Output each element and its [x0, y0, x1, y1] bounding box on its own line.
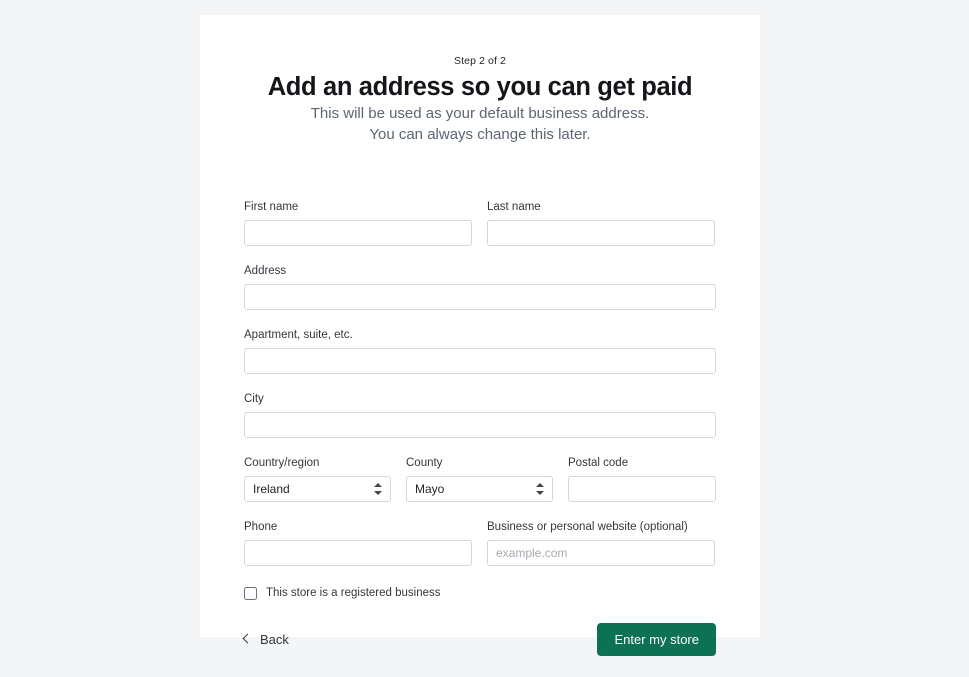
step-indicator: Step 2 of 2	[454, 55, 506, 67]
form-row-contact: Phone Business or personal website (opti…	[244, 520, 716, 566]
city-input[interactable]	[244, 412, 716, 438]
form-row-apartment: Apartment, suite, etc.	[244, 328, 716, 374]
field-address: Address	[244, 264, 716, 310]
onboarding-card: Step 2 of 2 Add an address so you can ge…	[200, 15, 760, 656]
card-body: Step 2 of 2 Add an address so you can ge…	[200, 15, 760, 601]
form-row-city: City	[244, 392, 716, 438]
website-input[interactable]	[487, 540, 715, 566]
phone-label: Phone	[244, 521, 278, 533]
field-phone: Phone	[244, 520, 472, 566]
country-select-value: Ireland	[253, 482, 290, 496]
field-postal-code: Postal code	[568, 456, 716, 502]
registered-business-label: This store is a registered business	[266, 587, 441, 599]
address-label: Address	[244, 265, 287, 277]
field-country: Country/region Ireland	[244, 456, 391, 502]
registered-business-checkbox[interactable]	[244, 587, 257, 600]
address-input[interactable]	[244, 284, 716, 310]
registered-business-row: This store is a registered business	[244, 586, 716, 601]
city-label: City	[244, 393, 264, 405]
last-name-input[interactable]	[487, 220, 715, 246]
subtitle-line-1: This will be used as your default busine…	[310, 105, 650, 122]
enter-my-store-button[interactable]: Enter my store	[597, 622, 716, 656]
first-name-input[interactable]	[244, 220, 472, 246]
field-last-name: Last name	[487, 200, 715, 246]
address-form: First name Last name Address Apartment, …	[244, 145, 716, 601]
card-footer: Back Enter my store	[200, 601, 760, 677]
country-label: Country/region	[244, 457, 320, 469]
website-label: Business or personal website (optional)	[487, 521, 688, 533]
page-root: Step 2 of 2 Add an address so you can ge…	[0, 0, 969, 656]
chevron-updown-icon	[374, 483, 382, 495]
country-select[interactable]: Ireland	[244, 476, 391, 502]
field-first-name: First name	[244, 200, 472, 246]
field-website: Business or personal website (optional)	[487, 520, 715, 566]
form-row-address: Address	[244, 264, 716, 310]
chevron-updown-icon	[536, 483, 544, 495]
back-button[interactable]: Back	[242, 631, 289, 647]
chevron-left-icon	[242, 633, 253, 644]
back-button-label: Back	[260, 631, 289, 647]
field-city: City	[244, 392, 716, 438]
postal-code-label: Postal code	[568, 457, 629, 469]
form-row-name: First name Last name	[244, 200, 716, 246]
field-county: County Mayo	[406, 456, 553, 502]
phone-input[interactable]	[244, 540, 472, 566]
postal-code-input[interactable]	[568, 476, 716, 502]
subtitle-line-2: You can always change this later.	[369, 126, 591, 143]
county-select-value: Mayo	[415, 482, 445, 496]
field-apartment: Apartment, suite, etc.	[244, 328, 716, 374]
apartment-label: Apartment, suite, etc.	[244, 329, 353, 341]
form-row-locale: Country/region Ireland County Mayo Posta…	[244, 456, 716, 502]
first-name-label: First name	[244, 201, 299, 213]
county-label: County	[406, 457, 443, 469]
page-title: Add an address so you can get paid	[267, 73, 693, 101]
last-name-label: Last name	[487, 201, 541, 213]
apartment-input[interactable]	[244, 348, 716, 374]
card-header: Step 2 of 2 Add an address so you can ge…	[200, 15, 760, 145]
county-select[interactable]: Mayo	[406, 476, 553, 502]
